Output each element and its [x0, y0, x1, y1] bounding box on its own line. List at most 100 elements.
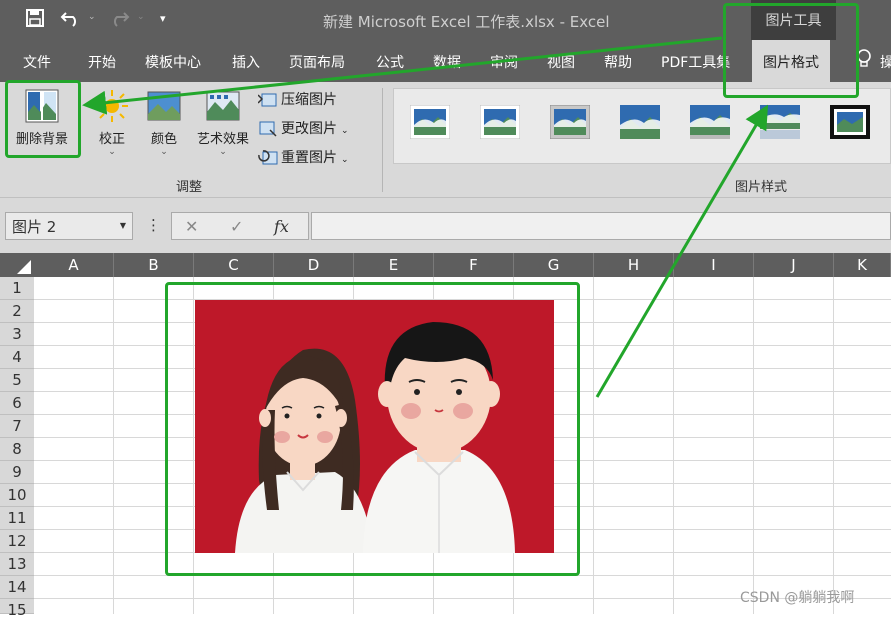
tab-view[interactable]: 视图: [547, 52, 575, 72]
picture-styles-group-label: 图片样式: [735, 180, 788, 195]
cancel-icon[interactable]: ✕: [185, 217, 198, 236]
adjust-group-label: 调整: [176, 180, 203, 195]
tab-insert[interactable]: 插入: [232, 52, 260, 72]
color-label: 颜色: [150, 132, 177, 147]
compress-pictures-label: 压缩图片: [281, 92, 337, 108]
column-header[interactable]: E: [354, 253, 434, 277]
select-all-button[interactable]: [0, 253, 34, 277]
row-header[interactable]: 12: [0, 530, 34, 553]
row-header[interactable]: 10: [0, 484, 34, 507]
formula-input[interactable]: [311, 212, 891, 240]
picture-style-shadow[interactable]: [690, 105, 730, 139]
compress-pictures-icon: [258, 93, 277, 107]
color-picture-icon: [147, 91, 181, 121]
column-header[interactable]: J: [754, 253, 834, 277]
compress-pictures-button[interactable]: 压缩图片: [258, 89, 337, 109]
picture-tools-context-label: 图片工具: [751, 0, 836, 40]
row-header[interactable]: 8: [0, 438, 34, 461]
inserted-picture[interactable]: [195, 300, 554, 553]
reset-picture-icon: [258, 150, 278, 165]
row-header[interactable]: 15: [0, 599, 34, 619]
tab-picture-format[interactable]: 图片格式: [752, 40, 830, 82]
row-header[interactable]: 4: [0, 346, 34, 369]
corrections-label: 校正: [98, 132, 125, 147]
watermark: CSDN @躺躺我啊: [740, 590, 855, 606]
enter-icon[interactable]: ✓: [230, 217, 243, 236]
column-header[interactable]: H: [594, 253, 674, 277]
artistic-effects-label: 艺术效果: [196, 132, 249, 147]
corrections-button[interactable]: 校正 ⌄: [88, 88, 136, 157]
artistic-effects-button[interactable]: 艺术效果 ⌄: [192, 88, 254, 157]
tab-review[interactable]: 审阅: [490, 52, 518, 72]
row-header[interactable]: 13: [0, 553, 34, 576]
insert-function-button[interactable]: fx: [274, 217, 289, 236]
column-header[interactable]: K: [834, 253, 891, 277]
row-header[interactable]: 14: [0, 576, 34, 599]
sun-icon: [96, 90, 128, 122]
picture-styles-gallery: [393, 88, 891, 164]
tab-pdf-tools[interactable]: PDF工具集: [661, 52, 730, 72]
row-header[interactable]: 7: [0, 415, 34, 438]
row-header[interactable]: 9: [0, 461, 34, 484]
row-header[interactable]: 5: [0, 369, 34, 392]
tab-help[interactable]: 帮助: [604, 52, 632, 72]
row-header[interactable]: 1: [0, 277, 34, 300]
name-box-dropdown-icon[interactable]: ▼: [120, 221, 126, 230]
tab-template-center[interactable]: 模板中心: [145, 52, 201, 72]
customize-qat-icon[interactable]: ▾: [160, 12, 166, 25]
save-icon[interactable]: [26, 9, 44, 31]
redo-dropdown-icon[interactable]: ⌄: [137, 12, 145, 22]
tab-formulas[interactable]: 公式: [376, 52, 404, 72]
formula-bar: 图片 2 ▼ ⋮ ✕ ✓ fx: [0, 198, 891, 253]
more-options-icon[interactable]: ⋮: [146, 216, 161, 234]
remove-background-label: 删除背景: [15, 132, 68, 147]
column-header[interactable]: A: [34, 253, 114, 277]
undo-icon[interactable]: [60, 9, 82, 31]
column-header[interactable]: B: [114, 253, 194, 277]
name-box[interactable]: 图片 2 ▼: [5, 212, 133, 240]
change-picture-button[interactable]: 更改图片 ⌄: [258, 118, 349, 138]
tab-file[interactable]: 文件: [23, 52, 51, 72]
artistic-effects-icon: [206, 91, 240, 121]
picture-style-simple-frame[interactable]: [410, 105, 450, 139]
reset-picture-label: 重置图片: [281, 150, 337, 166]
row-header[interactable]: 3: [0, 323, 34, 346]
column-header[interactable]: G: [514, 253, 594, 277]
tab-data[interactable]: 数据: [433, 52, 461, 72]
row-header[interactable]: 6: [0, 392, 34, 415]
tell-me-search[interactable]: 操: [880, 52, 891, 72]
column-header[interactable]: I: [674, 253, 754, 277]
picture-style-thick-black[interactable]: [830, 105, 870, 139]
column-header[interactable]: C: [194, 253, 274, 277]
chevron-down-icon: ⌄: [160, 147, 168, 157]
picture-style-metal-frame[interactable]: [550, 105, 590, 139]
chevron-down-icon: ⌄: [108, 147, 116, 157]
reset-picture-button[interactable]: 重置图片 ⌄: [258, 147, 349, 167]
picture-style-reflected[interactable]: [760, 105, 800, 139]
picture-style-soft-edge[interactable]: [620, 105, 660, 139]
formula-buttons: ✕ ✓ fx: [171, 212, 309, 240]
remove-background-button[interactable]: 删除背景: [8, 88, 76, 147]
redo-icon[interactable]: [108, 9, 130, 31]
picture-style-beveled[interactable]: [480, 105, 520, 139]
window-title: 新建 Microsoft Excel 工作表.xlsx - Excel: [323, 13, 610, 31]
undo-dropdown-icon[interactable]: ⌄: [88, 12, 96, 22]
change-picture-icon: [259, 121, 277, 137]
chevron-down-icon: ⌄: [219, 147, 227, 157]
tab-page-layout[interactable]: 页面布局: [289, 52, 345, 72]
ribbon-tabs: 文件 开始 模板中心 插入 页面布局 公式 数据 审阅 视图 帮助 PDF工具集…: [0, 40, 891, 82]
tab-home[interactable]: 开始: [88, 52, 116, 72]
column-header[interactable]: F: [434, 253, 514, 277]
row-header[interactable]: 11: [0, 507, 34, 530]
change-picture-label: 更改图片: [281, 121, 337, 137]
row-header[interactable]: 2: [0, 300, 34, 323]
color-button[interactable]: 颜色 ⌄: [140, 88, 188, 157]
chevron-down-icon: ⌄: [341, 126, 349, 136]
name-box-value: 图片 2: [12, 218, 57, 236]
group-separator: [382, 88, 383, 192]
title-bar: ⌄ ⌄ ▾ 新建 Microsoft Excel 工作表.xlsx - Exce…: [0, 0, 891, 40]
chevron-down-icon: ⌄: [341, 155, 349, 165]
column-header[interactable]: D: [274, 253, 354, 277]
lightbulb-icon[interactable]: [856, 49, 872, 73]
remove-background-icon: [25, 89, 59, 123]
